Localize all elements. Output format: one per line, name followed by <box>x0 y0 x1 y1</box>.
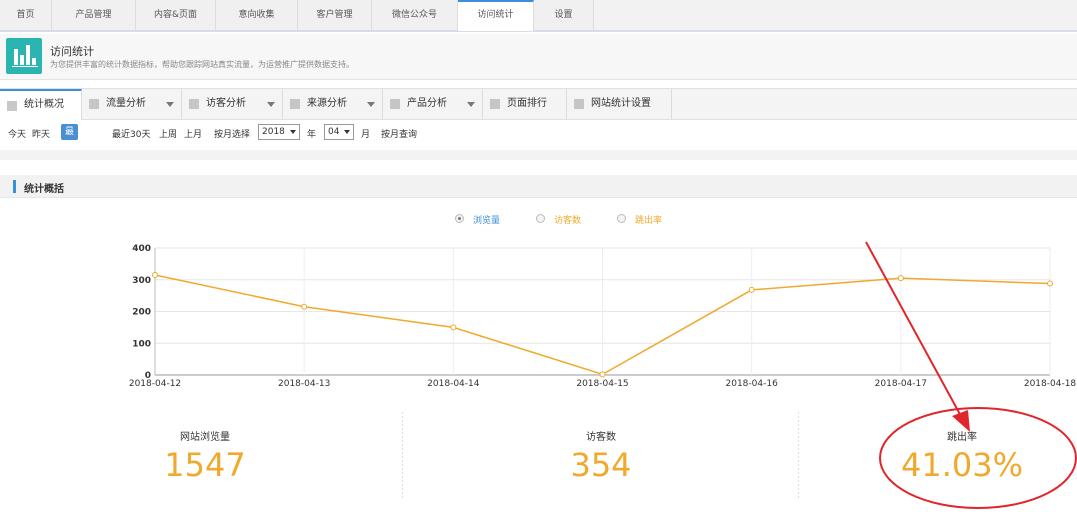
top-tab-visit-stats[interactable]: 访问统计 <box>458 0 534 31</box>
page-subtitle: 为您提供丰富的统计数据指标，帮助您跟踪网站真实流量，为运营推广提供数据支持。 <box>50 60 354 69</box>
chevron-down-icon <box>290 130 296 134</box>
grid-icon <box>189 99 199 109</box>
separator-band <box>0 150 1077 160</box>
data-point <box>748 286 755 293</box>
radio-icon <box>536 214 545 223</box>
section-accent-bar <box>13 180 16 193</box>
stat-divider <box>402 412 403 500</box>
query-by-month-link[interactable]: 按月查询 <box>381 127 417 140</box>
chevron-down-icon <box>367 102 375 107</box>
stat-visitors-label: 访客数 <box>586 432 616 443</box>
y-tick-label: 100 <box>132 339 151 349</box>
stat-divider <box>798 412 799 500</box>
subtab-products[interactable]: 产品分析 <box>383 89 483 119</box>
legend-visitors-label: 访客数 <box>554 216 582 226</box>
top-tab-home[interactable]: 首页 <box>0 0 52 30</box>
month-label: 月 <box>361 130 371 140</box>
stat-visitors: 访客数 354 <box>456 410 746 510</box>
grid-icon <box>89 99 99 109</box>
grid-icon <box>7 101 17 111</box>
y-tick-label: 300 <box>132 276 151 286</box>
filter-yesterday[interactable]: 昨天 <box>32 127 50 140</box>
y-tick-label: 0 <box>145 371 151 381</box>
month-select-value: 04 <box>328 127 340 137</box>
filter-last30[interactable]: 最近30天 <box>112 127 150 140</box>
x-tick-label: 2018-04-18 <box>1024 379 1077 389</box>
x-tick-label: 2018-04-17 <box>875 379 927 389</box>
subtab-sources-label: 来源分析 <box>307 98 347 109</box>
subtab-visitors-label: 访客分析 <box>206 98 246 109</box>
pointer-arrow-line <box>865 241 963 419</box>
stat-visitors-value: 354 <box>570 446 632 484</box>
data-point <box>599 371 606 378</box>
radio-icon <box>455 214 464 223</box>
subtab-page-ranking-label: 页面排行 <box>507 98 547 109</box>
bar-chart-icon <box>6 38 42 74</box>
subtab-sources[interactable]: 来源分析 <box>283 89 383 119</box>
chevron-down-icon <box>467 102 475 107</box>
x-tick-label: 2018-04-16 <box>726 379 779 389</box>
top-tab-content-pages[interactable]: 内容&页面 <box>136 0 216 30</box>
section-header: 统计概括 <box>0 175 1077 198</box>
top-tab-intent-collection[interactable]: 意向收集 <box>216 0 298 30</box>
top-tab-customers[interactable]: 客户管理 <box>298 0 372 30</box>
chevron-down-icon <box>166 102 174 107</box>
data-point <box>450 324 457 331</box>
subtab-traffic-label: 流量分析 <box>106 98 146 109</box>
top-tab-settings[interactable]: 设置 <box>534 0 594 30</box>
grid-icon <box>290 99 300 109</box>
data-point <box>301 303 308 310</box>
chevron-down-icon <box>344 130 350 134</box>
app-root: 首页 产品管理 内容&页面 意向收集 客户管理 微信公众号 访问统计 设置 访问… <box>0 0 1077 515</box>
filter-last-week[interactable]: 上周 <box>159 127 177 140</box>
subtab-overview-label: 统计概况 <box>24 99 64 110</box>
sub-nav-tabs: 统计概况 流量分析 访客分析 来源分析 产品分析 页面排行 网站统计设置 <box>0 88 1077 120</box>
top-tab-products[interactable]: 产品管理 <box>52 0 136 30</box>
y-tick-label: 400 <box>132 244 151 254</box>
chevron-down-icon <box>267 102 275 107</box>
x-tick-label: 2018-04-12 <box>129 379 181 389</box>
legend-bounce-rate-label: 跳出率 <box>635 216 663 226</box>
stat-pageviews-value: 1547 <box>164 446 246 484</box>
x-tick-label: 2018-04-15 <box>576 379 628 389</box>
grid-icon <box>390 99 400 109</box>
section-title: 统计概括 <box>24 184 64 195</box>
x-tick-label: 2018-04-14 <box>427 379 480 389</box>
year-select-value: 2018 <box>262 127 285 137</box>
stat-bounce-rate-label: 跳出率 <box>947 432 977 443</box>
subtab-traffic[interactable]: 流量分析 <box>82 89 182 119</box>
subtab-stats-settings-label: 网站统计设置 <box>591 98 651 109</box>
year-label: 年 <box>307 130 317 140</box>
filter-today[interactable]: 今天 <box>8 127 26 140</box>
subtab-products-label: 产品分析 <box>407 98 447 109</box>
grid-icon <box>574 99 584 109</box>
stat-pageviews-label: 网站浏览量 <box>180 432 230 443</box>
y-tick-label: 200 <box>132 308 151 318</box>
stat-bounce-rate: 跳出率 41.03% <box>852 410 1072 510</box>
subtab-page-ranking[interactable]: 页面排行 <box>483 89 567 119</box>
top-nav-tabs: 首页 产品管理 内容&页面 意向收集 客户管理 微信公众号 访问统计 设置 <box>0 0 1077 32</box>
legend-pageviews-label: 浏览量 <box>473 216 501 226</box>
page-title: 访问统计 <box>50 45 94 58</box>
data-point <box>897 275 904 282</box>
year-select[interactable]: 2018 <box>258 124 300 140</box>
subtab-visitors[interactable]: 访客分析 <box>182 89 283 119</box>
filter-last7[interactable]: 最近7天 <box>61 124 79 185</box>
x-tick-label: 2018-04-13 <box>278 379 330 389</box>
radio-icon <box>617 214 626 223</box>
top-tab-wechat[interactable]: 微信公众号 <box>372 0 458 30</box>
stat-bounce-rate-value: 41.03% <box>900 446 1023 484</box>
subtab-overview[interactable]: 统计概况 <box>0 89 82 120</box>
stat-pageviews: 网站浏览量 1547 <box>60 410 350 510</box>
data-point <box>1047 280 1053 287</box>
data-point <box>152 271 158 278</box>
series-line <box>154 274 1051 376</box>
page-header: 访问统计 为您提供丰富的统计数据指标，帮助您跟踪网站真实流量，为运营推广提供数据… <box>0 34 1077 80</box>
filter-last-month[interactable]: 上月 <box>184 127 202 140</box>
subtab-stats-settings[interactable]: 网站统计设置 <box>567 89 672 119</box>
month-select[interactable]: 04 <box>324 124 354 140</box>
grid-icon <box>490 99 500 109</box>
filter-by-month-label: 按月选择 <box>214 130 251 140</box>
